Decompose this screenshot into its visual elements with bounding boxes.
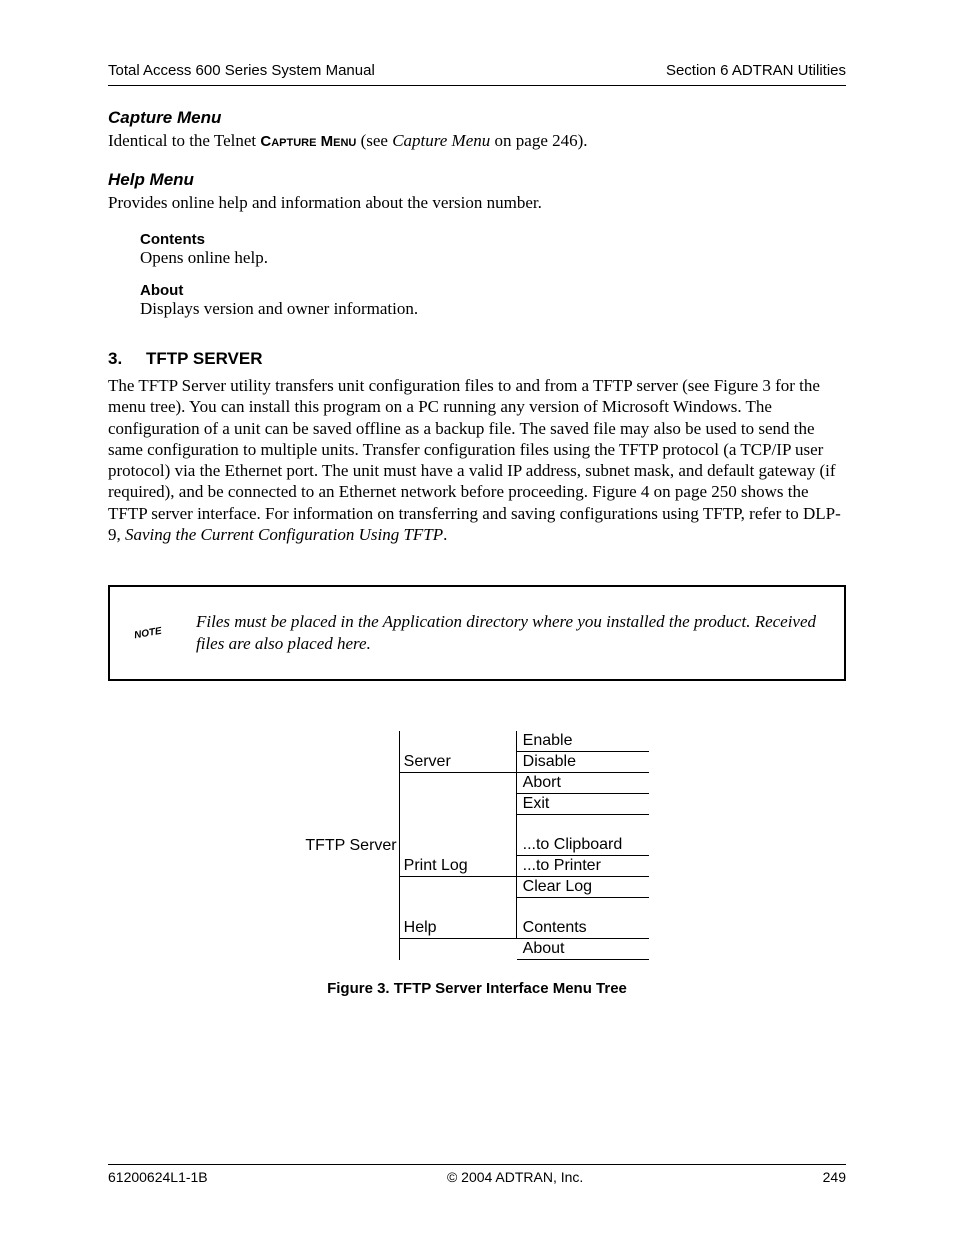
note-icon <box>127 624 168 642</box>
help-heading: Help Menu <box>108 170 846 190</box>
tree-item: Contents <box>517 918 649 939</box>
section-heading: 3.TFTP SERVER <box>108 349 846 369</box>
tree-group-label: Print Log <box>400 856 517 877</box>
capture-text: Identical to the Telnet Capture Menu (se… <box>108 130 846 152</box>
tree-item: Enable <box>517 731 649 752</box>
tree-item: About <box>517 939 649 960</box>
tree-cell <box>400 939 517 960</box>
tree-item: ...to Printer <box>517 856 649 877</box>
note-text: Files must be placed in the Application … <box>196 611 826 655</box>
tree-item: Exit <box>517 794 649 815</box>
header-left: Total Access 600 Series System Manual <box>108 62 375 79</box>
tree-item: Abort <box>517 773 649 794</box>
tree-cell <box>400 877 517 898</box>
help-item-contents: Contents Opens online help. <box>140 231 846 268</box>
tree-cell <box>400 794 517 815</box>
footer-center: © 2004 ADTRAN, Inc. <box>447 1169 583 1185</box>
tree-cell <box>400 731 517 752</box>
tree-group-label: Help <box>400 918 517 939</box>
tree-spacer <box>517 898 649 918</box>
capture-heading: Capture Menu <box>108 108 846 128</box>
footer-left: 61200624L1-1B <box>108 1169 208 1185</box>
help-text: Provides online help and information abo… <box>108 192 846 213</box>
section-body: The TFTP Server utility transfers unit c… <box>108 375 846 545</box>
tree-spacer <box>517 815 649 835</box>
header-right: Section 6 ADTRAN Utilities <box>666 62 846 79</box>
figure-caption: Figure 3. TFTP Server Interface Menu Tre… <box>108 980 846 997</box>
tree-item: ...to Clipboard <box>517 835 649 856</box>
tree-cell <box>400 815 517 835</box>
tree-root: TFTP Server <box>305 731 399 960</box>
tree-cell <box>400 898 517 918</box>
tree-group-label: Server <box>400 752 517 773</box>
menu-tree: TFTP Server Enable Server Disable Abort … <box>108 731 846 960</box>
tree-item: Clear Log <box>517 877 649 898</box>
tree-cell <box>400 835 517 856</box>
page-footer: 61200624L1-1B © 2004 ADTRAN, Inc. 249 <box>108 1164 846 1185</box>
note-box: Files must be placed in the Application … <box>108 585 846 681</box>
tree-cell <box>400 773 517 794</box>
page-header: Total Access 600 Series System Manual Se… <box>108 62 846 86</box>
footer-right: 249 <box>823 1169 846 1185</box>
tree-item: Disable <box>517 752 649 773</box>
help-item-about: About Displays version and owner informa… <box>140 282 846 319</box>
